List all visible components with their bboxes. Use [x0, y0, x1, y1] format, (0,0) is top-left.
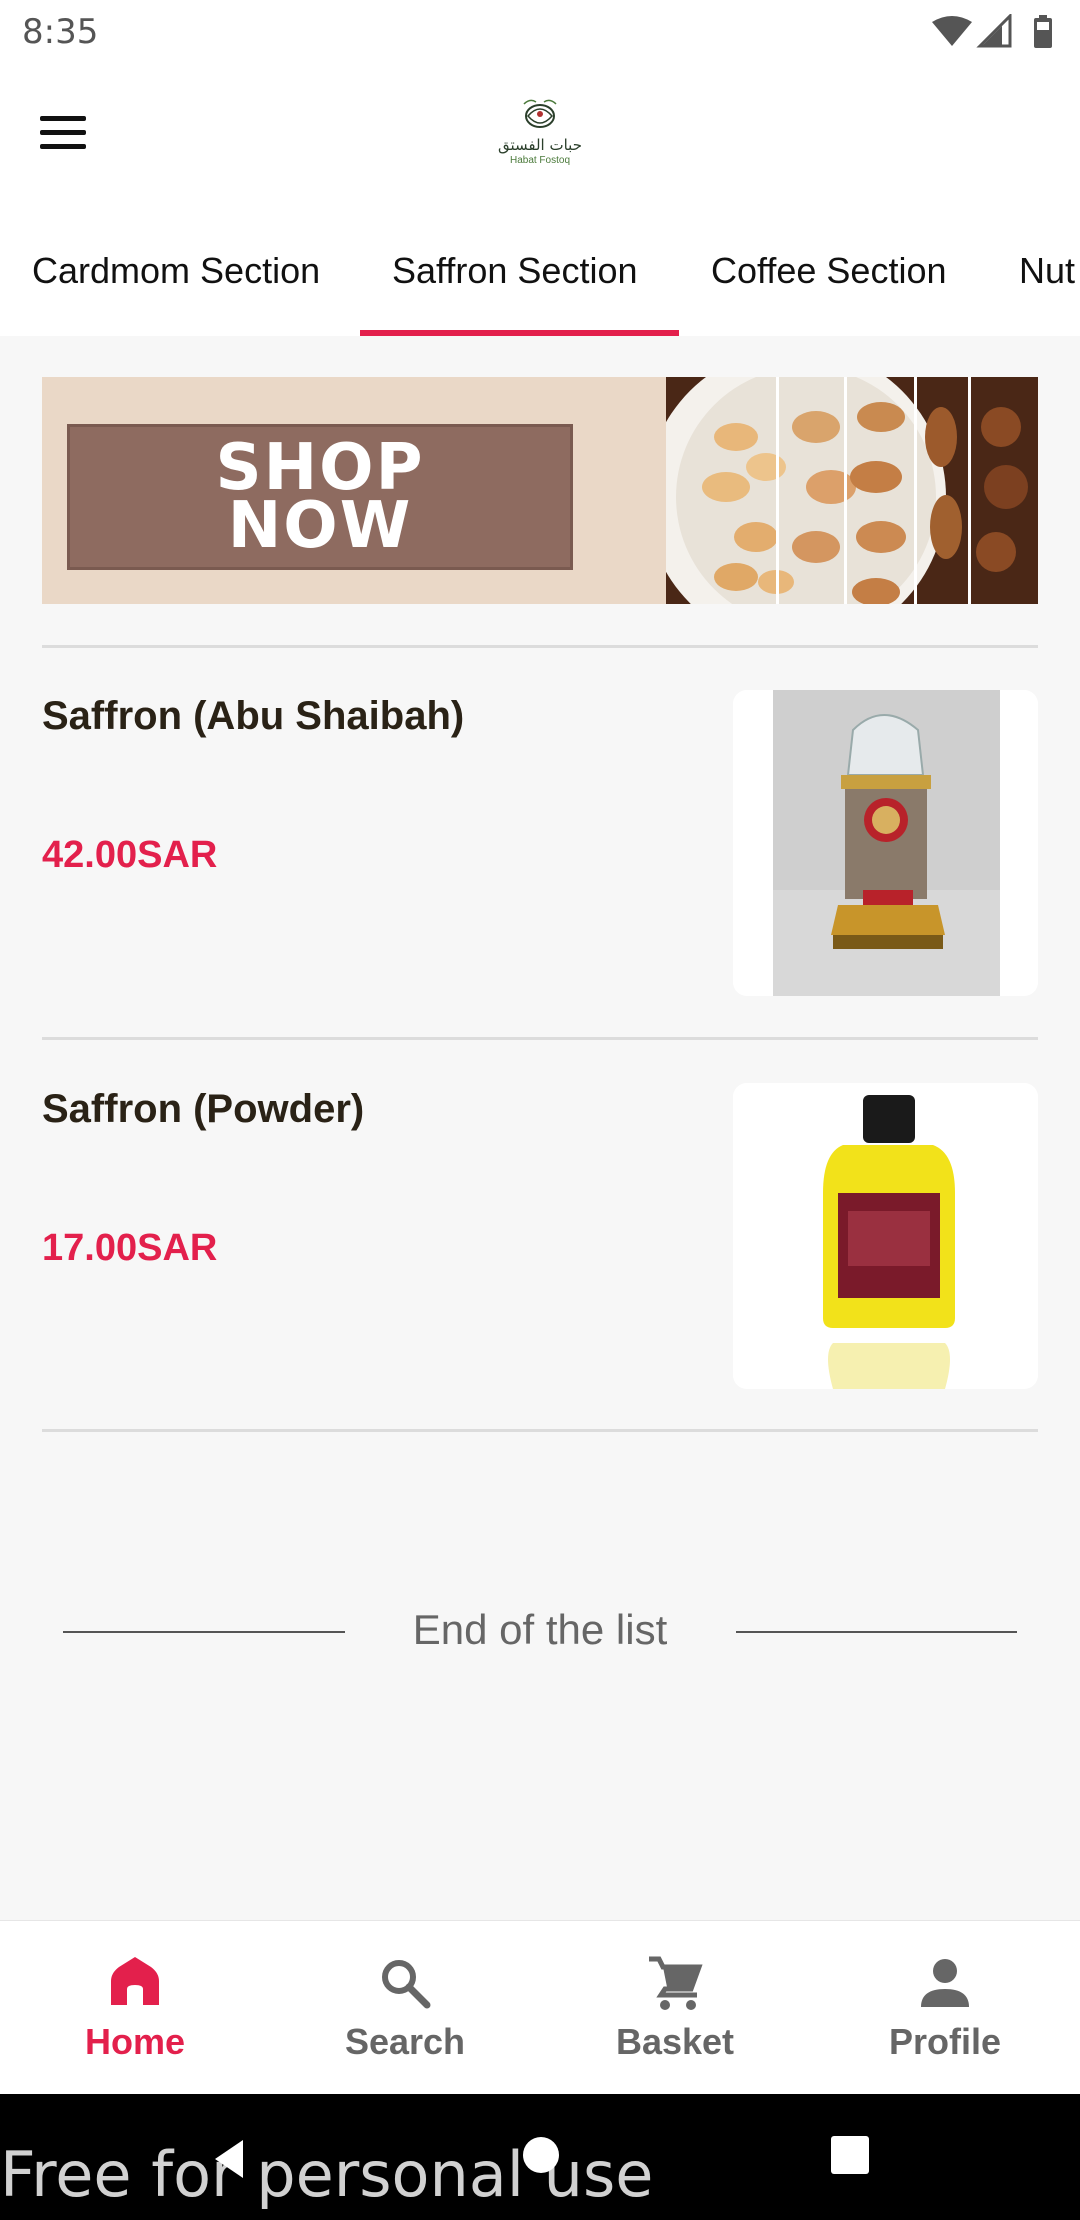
saffron-jar-photo — [733, 690, 1038, 996]
nav-home-label: Home — [84, 2021, 186, 2062]
nav-search-label: Search — [344, 2021, 466, 2062]
cart-icon — [649, 1956, 703, 2010]
banner-line2: NOW — [227, 489, 413, 563]
brand-logo: حبات الفستق Habat Fostoq — [490, 94, 590, 170]
tab-coffee[interactable]: Coffee Section — [711, 250, 947, 292]
shop-now-banner[interactable]: SHOP NOW — [42, 377, 1038, 604]
pistachio-logo-icon — [523, 99, 557, 128]
end-line-right — [736, 1631, 1017, 1633]
home-icon — [111, 1957, 159, 2005]
person-icon — [921, 1959, 969, 2007]
saffron-powder-bottle-photo — [733, 1083, 1038, 1389]
end-of-list-text: End of the list — [412, 1606, 668, 1653]
divider — [42, 1429, 1038, 1432]
recents-icon[interactable] — [829, 2134, 871, 2176]
divider — [42, 1037, 1038, 1040]
product-item[interactable]: Saffron (Powder) 17.00SAR — [42, 1083, 1038, 1389]
logo-arabic-text: حبات الفستق — [497, 136, 582, 154]
app-bar: حبات الفستق Habat Fostoq — [0, 64, 1080, 210]
search-icon — [382, 1960, 431, 2009]
divider — [42, 645, 1038, 648]
nav-profile-label: Profile — [888, 2021, 1002, 2062]
status-time: 8:35 — [22, 12, 99, 52]
nav-home[interactable]: Home — [0, 1921, 270, 2095]
wifi-icon — [932, 16, 972, 46]
product-item[interactable]: Saffron (Abu Shaibah) 42.00SAR — [42, 690, 1038, 996]
active-tab-indicator — [360, 330, 679, 336]
nav-search[interactable]: Search — [270, 1921, 540, 2095]
logo-english-text: Habat Fostoq — [509, 155, 571, 166]
tab-saffron[interactable]: Saffron Section — [392, 250, 638, 292]
end-of-list: End of the list — [0, 1606, 1080, 1656]
tab-cardmom[interactable]: Cardmom Section — [32, 250, 320, 292]
status-icons — [932, 14, 1052, 48]
bottom-navigation: Home Search Basket Profile — [0, 1920, 1080, 2094]
nuts-photo — [666, 377, 1038, 604]
product-image — [733, 1083, 1038, 1389]
product-name: Saffron (Powder) — [42, 1087, 365, 1131]
product-image — [733, 690, 1038, 996]
product-price: 42.00SAR — [42, 834, 218, 876]
nav-profile[interactable]: Profile — [810, 1921, 1080, 2095]
menu-button[interactable] — [28, 108, 98, 158]
hamburger-icon — [40, 116, 86, 121]
status-bar: 8:35 — [0, 0, 1080, 64]
product-name: Saffron (Abu Shaibah) — [42, 694, 465, 738]
category-tabs: Cardmom Section Saffron Section Coffee S… — [0, 210, 1080, 336]
product-price: 17.00SAR — [42, 1227, 218, 1269]
shop-now-box: SHOP NOW — [67, 424, 573, 570]
watermark-text: Free for personal use — [0, 2138, 654, 2211]
nav-basket[interactable]: Basket — [540, 1921, 810, 2095]
tab-nuts[interactable]: Nut — [1019, 250, 1075, 292]
nav-basket-label: Basket — [615, 2021, 735, 2062]
